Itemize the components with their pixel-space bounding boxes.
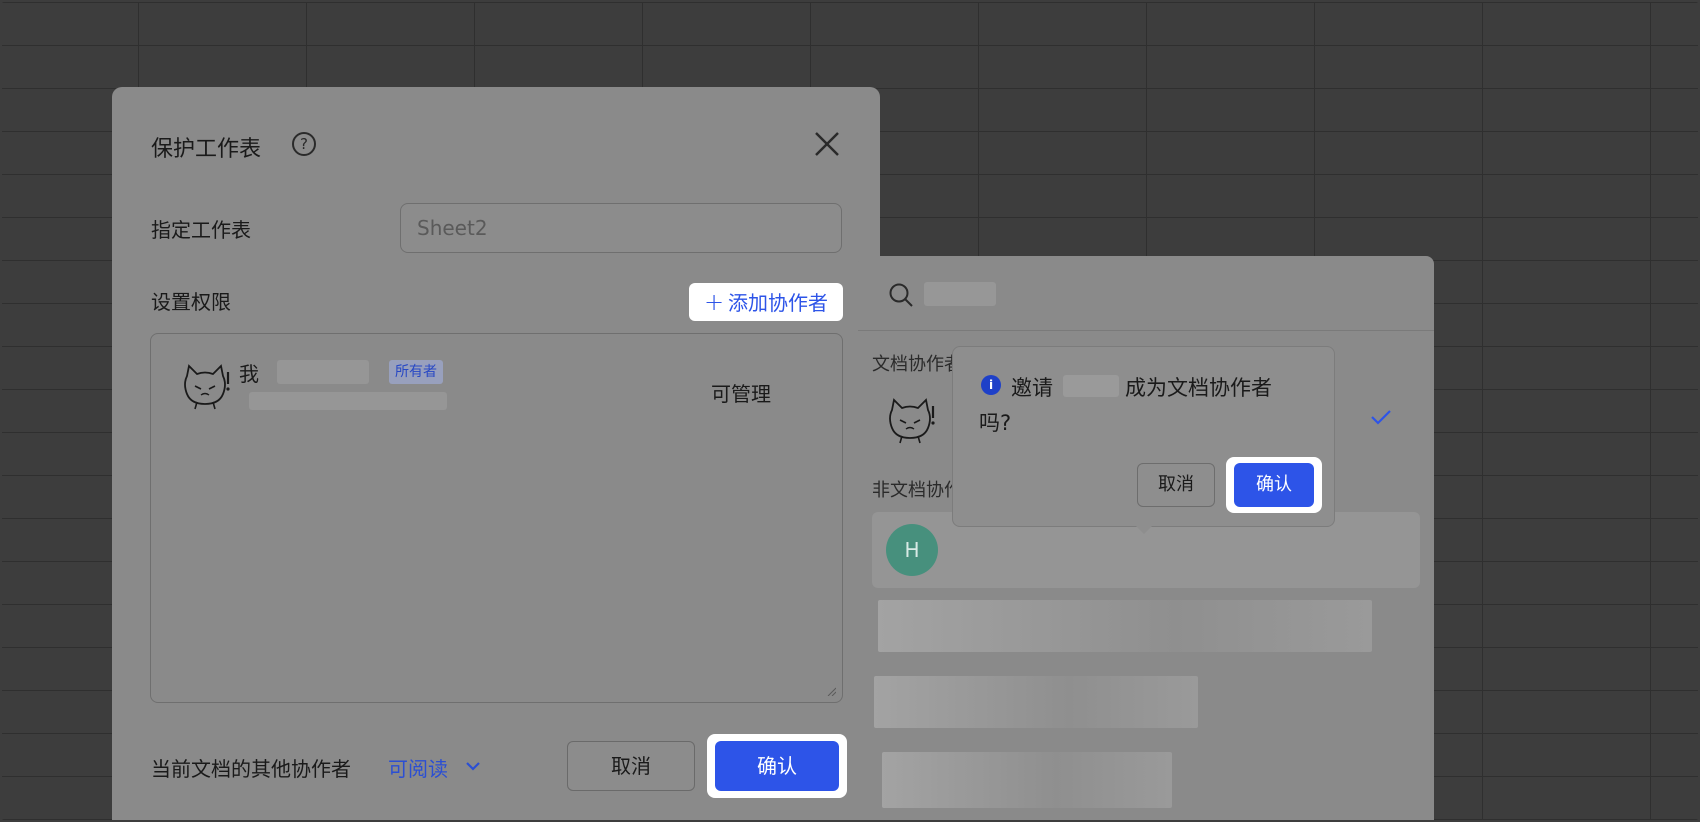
plus-icon: +	[703, 288, 725, 316]
doc-collaborators-section: 文档协作者	[872, 354, 962, 375]
protect-sheet-dialog: 保护工作表 ? 指定工作表 Sheet2 设置权限 + 添加协作者 我 所有者 …	[112, 87, 880, 820]
list-item[interactable]	[874, 676, 1198, 728]
redacted-user	[1063, 375, 1119, 397]
list-item[interactable]	[878, 600, 1372, 652]
cat-avatar-icon	[889, 398, 935, 444]
divider	[858, 330, 1434, 331]
popover-text-invite: 邀请	[1011, 376, 1053, 400]
redacted-name	[277, 360, 369, 384]
sheet-select-input[interactable]: Sheet2	[400, 203, 842, 253]
popover-cancel-button[interactable]: 取消	[1137, 463, 1215, 507]
redacted-email	[249, 392, 447, 410]
popover-confirm-button[interactable]: 确认	[1234, 463, 1314, 507]
close-icon[interactable]	[812, 129, 842, 159]
popover-text-become: 成为文档协作者	[1125, 376, 1272, 400]
add-collaborator-label: 添加协作者	[728, 291, 829, 315]
collaborator-search-panel: 文档协作者 非文档协作者 H	[858, 256, 1434, 820]
chevron-down-icon[interactable]	[464, 759, 482, 773]
popover-arrow	[1134, 524, 1154, 534]
me-label: 我	[239, 362, 259, 386]
avatar: H	[886, 524, 938, 576]
popover-text-question: 吗?	[979, 411, 1012, 435]
permission-list: 我 所有者 可管理	[150, 333, 843, 703]
permission-label: 设置权限	[151, 290, 231, 314]
check-icon	[1371, 410, 1391, 425]
popover-confirm-highlight: 确认	[1226, 457, 1322, 513]
owner-badge: 所有者	[389, 360, 443, 384]
confirm-highlight: 确认	[707, 734, 847, 798]
add-collaborator-button[interactable]: + 添加协作者	[689, 283, 843, 321]
cat-avatar-icon	[184, 364, 230, 410]
help-icon[interactable]: ?	[292, 132, 316, 156]
search-icon	[889, 283, 913, 307]
permission-level[interactable]: 可管理	[711, 378, 771, 407]
confirm-button[interactable]: 确认	[715, 741, 839, 791]
info-icon: i	[981, 375, 1001, 395]
invite-confirm-popover: i 邀请 成为文档协作者 吗? 取消 确认	[952, 346, 1335, 527]
sheet-label: 指定工作表	[151, 218, 251, 242]
other-collaborators-permission[interactable]: 可阅读	[388, 753, 448, 782]
list-item[interactable]	[882, 752, 1172, 808]
dialog-title: 保护工作表	[151, 137, 262, 162]
search-input[interactable]	[924, 282, 996, 306]
spreadsheet-background: 保护工作表 ? 指定工作表 Sheet2 设置权限 + 添加协作者 我 所有者 …	[2, 2, 1698, 820]
other-collaborators-label: 当前文档的其他协作者	[151, 757, 351, 781]
resize-grip-icon[interactable]	[826, 686, 836, 696]
cancel-button[interactable]: 取消	[567, 741, 695, 791]
